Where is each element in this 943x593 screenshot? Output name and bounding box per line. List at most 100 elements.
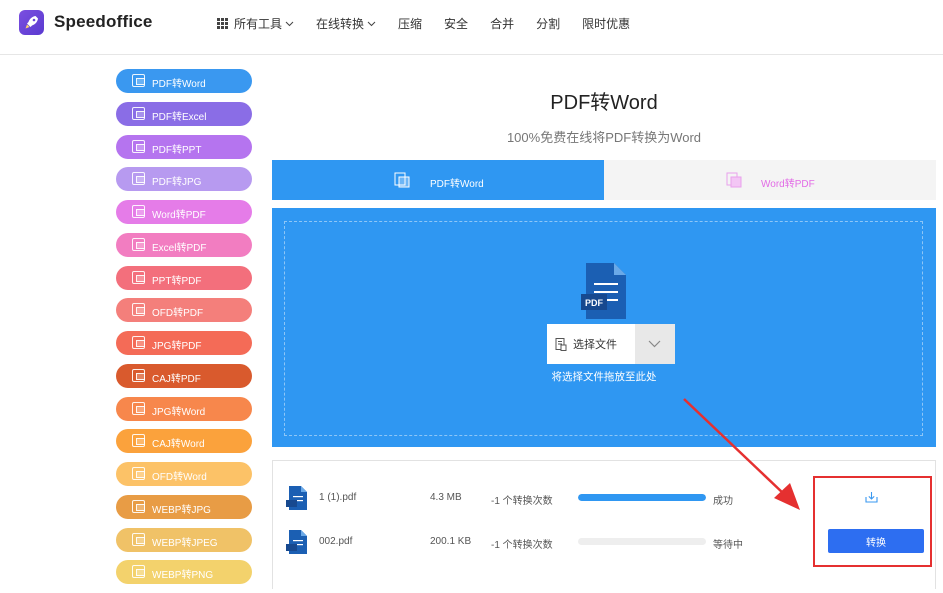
sidebar-item-5[interactable]: Excel转PDF — [116, 232, 252, 257]
main-nav: 所有工具 在线转换 压缩 安全 合并 分割 限时优惠 — [217, 15, 652, 32]
file-status: 等待中 — [713, 540, 743, 551]
sidebar-item-label: OFD转PDF — [152, 308, 204, 320]
tab-pdf-to-word[interactable]: PDF转Word — [272, 160, 604, 200]
highlight-box — [813, 476, 932, 567]
nav-item-2[interactable]: 压缩 — [398, 15, 422, 32]
pdf-word-icon — [394, 172, 410, 188]
convert-type-icon — [132, 336, 145, 349]
select-file-button[interactable]: 选择文件 — [547, 324, 635, 364]
sidebar-item-label: WEBP转PNG — [152, 570, 214, 582]
convert-type-icon — [132, 532, 145, 546]
convert-type-icon — [132, 270, 145, 284]
nav-item-5[interactable]: 分割 — [536, 15, 560, 32]
file-size: 4.3 MB — [430, 492, 462, 503]
pdf-file-small-icon — [286, 530, 307, 554]
nav-label: 分割 — [536, 17, 561, 31]
sidebar-item-4[interactable]: Word转PDF — [116, 200, 252, 224]
grid-icon — [217, 18, 228, 29]
sidebar-item-8[interactable]: JPG转PDF — [116, 331, 252, 355]
sidebar-item-label: CAJ转Word — [152, 439, 205, 451]
pdf-file-icon: PDF — [581, 263, 626, 319]
convert-type-icon — [132, 172, 145, 186]
sidebar-item-label: JPG转Word — [152, 406, 206, 418]
page-title: PDF转Word — [550, 92, 658, 114]
speedoffice-logo-icon[interactable] — [19, 10, 44, 35]
sidebar-item-label: Word转PDF — [152, 210, 206, 221]
word-pdf-icon — [726, 172, 742, 188]
sidebar-item-label: OFD转Word — [152, 472, 207, 483]
tool-sidebar: PDF转Word PDF转Excel PDF转PPT PDF转JPG Word转PDF E… — [116, 69, 252, 593]
sidebar-item-label: PDF转PPT — [152, 144, 202, 156]
chevron-down-icon — [648, 340, 661, 348]
sidebar-item-0[interactable]: PDF转Word — [116, 69, 252, 93]
chevron-down-icon — [285, 21, 294, 26]
file-status: 成功 — [713, 496, 733, 507]
sidebar-item-7[interactable]: OFD转PDF — [116, 298, 252, 323]
convert-type-icon — [132, 565, 145, 579]
pdf-badge: PDF — [585, 298, 604, 308]
file-name: 1 (1).pdf — [319, 492, 357, 503]
sidebar-item-13[interactable]: WEBP转JPG — [116, 494, 252, 519]
convert-type-icon — [132, 401, 145, 415]
select-file-label: 选择文件 — [573, 339, 617, 351]
file-dropzone[interactable]: PDF 选择文件 将选择文件拖放至此处 — [272, 208, 936, 447]
sidebar-item-label: WEBP转JPEG — [152, 537, 218, 549]
sidebar-item-label: Excel转PDF — [152, 242, 207, 254]
sidebar-item-6[interactable]: PPT转PDF — [116, 265, 252, 290]
sidebar-item-label: PDF转Excel — [152, 111, 207, 123]
convert-type-icon — [132, 499, 145, 513]
sidebar-item-10[interactable]: JPG转Word — [116, 396, 252, 421]
nav-item-3[interactable]: 安全 — [444, 15, 468, 32]
sidebar-item-label: WEBP转JPG — [152, 504, 211, 516]
sidebar-item-label: JPG转PDF — [152, 341, 202, 352]
nav-label: 合并 — [490, 17, 515, 31]
conversion-count: -1 个转换次数 — [491, 540, 553, 551]
sidebar-item-14[interactable]: WEBP转JPEG — [116, 527, 252, 552]
sidebar-item-15[interactable]: WEBP转PNG — [116, 560, 252, 585]
nav-label: 限时优惠 — [582, 17, 631, 31]
convert-type-icon — [132, 467, 145, 480]
sidebar-item-3[interactable]: PDF转JPG — [116, 167, 252, 192]
nav-label: 在线转换 — [316, 17, 365, 31]
tab-label: PDF转Word — [430, 179, 484, 190]
sidebar-item-1[interactable]: PDF转Excel — [116, 101, 252, 126]
sidebar-item-9[interactable]: CAJ转PDF — [116, 363, 252, 388]
convert-type-icon — [132, 237, 145, 251]
sidebar-item-12[interactable]: OFD转Word — [116, 462, 252, 486]
convert-type-icon — [132, 106, 145, 120]
conversion-count: -1 个转换次数 — [491, 496, 553, 507]
page-subtitle: 100%免费在线将PDF转换为Word — [506, 130, 702, 145]
convert-type-icon — [132, 303, 145, 317]
top-header: Speedoffice 所有工具 在线转换 压缩 安全 合并 分割 限时优惠 — [0, 0, 943, 55]
progress-fill — [578, 494, 706, 501]
sidebar-item-11[interactable]: CAJ转Word — [116, 429, 252, 454]
sidebar-item-label: PDF转Word — [152, 79, 206, 90]
convert-type-icon — [132, 139, 145, 153]
nav-label: 压缩 — [398, 17, 423, 31]
file-list: 1 (1).pdf 4.3 MB -1 个转换次数 成功 002.pdf 200… — [272, 460, 936, 589]
file-name: 002.pdf — [319, 536, 353, 547]
nav-item-0[interactable]: 所有工具 — [217, 15, 294, 32]
convert-type-icon — [132, 74, 145, 87]
sidebar-item-label: PDF转JPG — [152, 177, 202, 189]
convert-type-icon — [132, 205, 145, 218]
convert-type-icon — [132, 434, 145, 448]
sidebar-item-2[interactable]: PDF转PPT — [116, 134, 252, 159]
drop-hint: 将选择文件拖放至此处 — [551, 371, 657, 383]
sidebar-item-label: PPT转PDF — [152, 275, 202, 287]
progress-bar — [578, 494, 706, 501]
select-source-dropdown[interactable] — [635, 324, 675, 364]
nav-label: 所有工具 — [234, 17, 283, 31]
nav-item-4[interactable]: 合并 — [490, 15, 514, 32]
progress-bar — [578, 538, 706, 545]
sidebar-item-label: CAJ转PDF — [152, 373, 201, 385]
file-size: 200.1 KB — [430, 536, 472, 547]
nav-label: 安全 — [444, 17, 469, 31]
tab-word-to-pdf[interactable]: Word转PDF — [604, 160, 936, 200]
nav-item-6[interactable]: 限时优惠 — [582, 15, 630, 32]
nav-item-1[interactable]: 在线转换 — [316, 15, 376, 32]
document-icon — [555, 337, 567, 351]
pdf-file-small-icon — [286, 486, 307, 510]
chevron-down-icon — [367, 21, 376, 26]
brand-name[interactable]: Speedoffice — [54, 12, 153, 32]
